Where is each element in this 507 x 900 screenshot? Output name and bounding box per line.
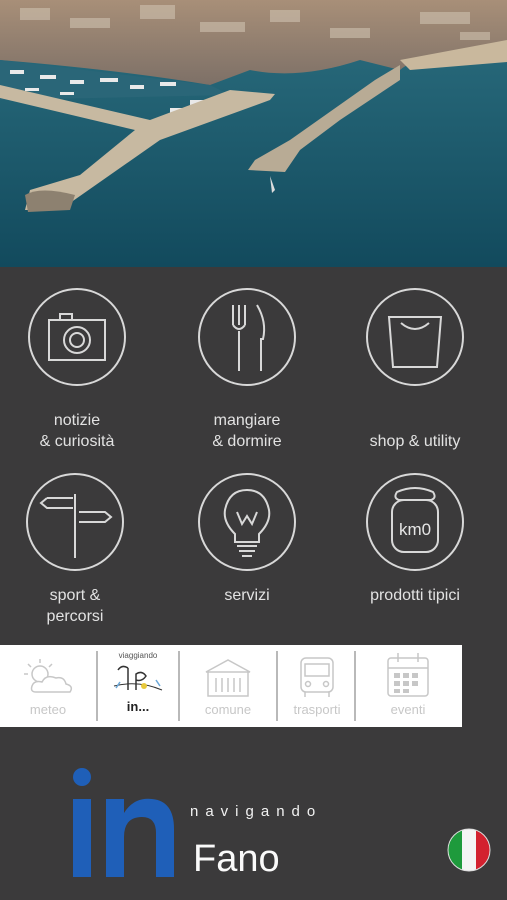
weather-icon: [24, 659, 73, 693]
bar-item-label: comune: [204, 702, 252, 717]
hero-image: [0, 0, 507, 267]
navigando-text: navigando: [190, 803, 323, 820]
townhall-icon: [205, 659, 251, 697]
category-grid: notizie & curiosità mangiare & dormire s…: [0, 267, 507, 645]
bar-item-eventi[interactable]: eventi: [362, 645, 454, 727]
bar-item-label: trasporti: [293, 702, 341, 717]
app-logo: [68, 743, 178, 893]
tile-label: sport & percorsi: [46, 587, 104, 625]
jar-km0-icon: km0: [366, 473, 464, 571]
tile-shop[interactable]: shop & utility: [340, 287, 490, 452]
calendar-icon: [387, 653, 429, 697]
viaggiando-icon: [113, 665, 163, 691]
tile-label: prodotti tipici: [370, 587, 460, 604]
italian-flag-icon[interactable]: [447, 828, 491, 872]
tile-notizie[interactable]: notizie & curiosità: [2, 287, 152, 452]
lightbulb-icon: [198, 473, 296, 571]
tile-label: shop & utility: [369, 433, 461, 450]
tile-label: servizi: [224, 587, 270, 604]
tile-label: mangiare & dormire: [212, 412, 282, 450]
bar-item-label: in...: [126, 699, 150, 714]
divider: [96, 651, 98, 721]
bar-item-label: meteo: [29, 702, 67, 717]
viaggiando-text: viaggiando: [118, 651, 158, 660]
divider: [354, 651, 356, 721]
quick-links-bar: meteo viaggiando in... comune trasporti …: [0, 645, 462, 727]
camera-icon: [28, 288, 126, 386]
footer: navigando Fano: [0, 727, 507, 900]
shopping-bag-icon: [366, 288, 464, 386]
fork-knife-icon: [198, 288, 296, 386]
bus-icon: [300, 657, 334, 697]
bar-item-viaggiando[interactable]: viaggiando in...: [100, 645, 176, 727]
tile-sport[interactable]: sport & percorsi: [0, 472, 150, 627]
city-name: Fano: [193, 838, 280, 880]
tile-label: notizie & curiosità: [39, 412, 115, 450]
bar-item-comune[interactable]: comune: [186, 645, 270, 727]
divider: [178, 651, 180, 721]
bar-item-label: eventi: [390, 702, 426, 717]
km0-text: km0: [399, 520, 431, 539]
divider: [276, 651, 278, 721]
bar-item-trasporti[interactable]: trasporti: [282, 645, 352, 727]
tile-prodotti[interactable]: km0 prodotti tipici: [340, 472, 490, 606]
signpost-icon: [26, 473, 124, 571]
tile-servizi[interactable]: servizi: [172, 472, 322, 606]
bar-item-meteo[interactable]: meteo: [8, 645, 88, 727]
tile-mangiare[interactable]: mangiare & dormire: [172, 287, 322, 452]
